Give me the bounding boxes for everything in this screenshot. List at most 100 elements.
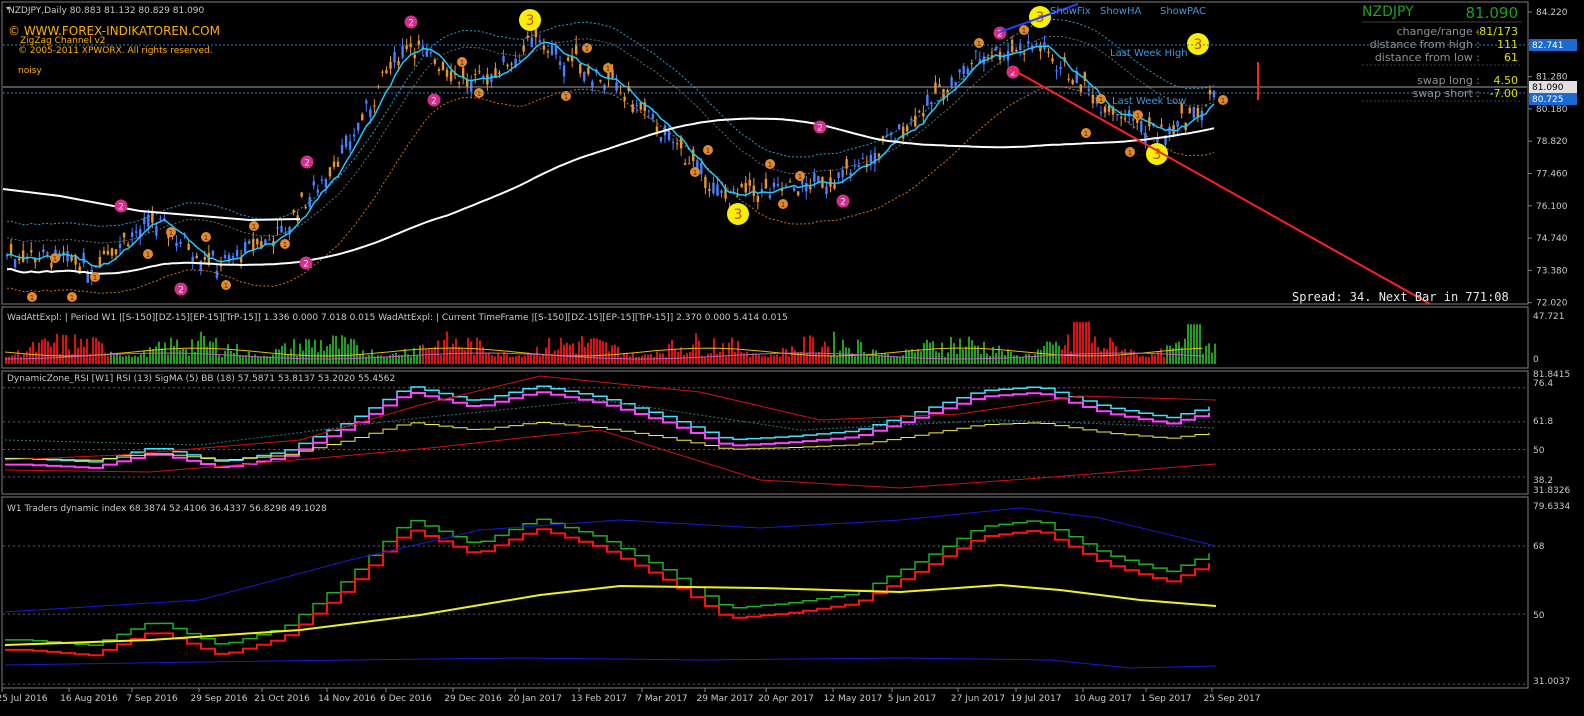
time-tick-label: 20 Apr 2017	[758, 694, 814, 704]
candle-body	[328, 167, 332, 177]
candle-body	[316, 189, 320, 193]
wad-bar	[254, 354, 256, 364]
candle-body	[712, 182, 715, 194]
wad-bar	[1151, 354, 1153, 364]
price-tick-label: 73.380	[1536, 266, 1568, 276]
candle-body	[1119, 117, 1123, 119]
candle-body	[1079, 84, 1082, 92]
candle-body	[1059, 67, 1062, 69]
candle-body	[429, 52, 433, 54]
candle-body	[215, 270, 219, 278]
candle-body	[441, 61, 445, 71]
wad-bar	[422, 344, 424, 364]
candle-body	[962, 65, 965, 74]
wad-bar	[1205, 345, 1207, 364]
wad-bar	[809, 335, 811, 364]
candle-body	[361, 114, 364, 121]
candle-body	[631, 104, 634, 113]
candle-body	[833, 184, 836, 189]
wad-axis: 47.721 0	[1533, 312, 1565, 365]
wad-bar	[1085, 321, 1087, 364]
wad-bar	[341, 335, 343, 364]
rsi-pane[interactable]	[1, 370, 1529, 495]
wad-bar	[305, 339, 307, 364]
wad-bar	[224, 350, 226, 364]
candle-body	[179, 241, 182, 244]
wad-bar	[218, 355, 220, 364]
wad-bar	[53, 342, 55, 364]
candle-body	[445, 69, 449, 77]
info-row-label: swap long :	[1417, 74, 1480, 87]
zigzag-minor-label: 1	[693, 169, 697, 177]
candle-body	[268, 239, 271, 241]
candle-body	[393, 51, 396, 63]
wad-bar	[473, 354, 475, 364]
wad-bar	[1043, 345, 1045, 364]
wad-bar	[1019, 356, 1021, 364]
candle-body	[433, 59, 437, 64]
wad-bar	[710, 353, 712, 364]
candle-body	[1047, 51, 1050, 54]
time-tick-label: 1 Sep 2017	[1140, 694, 1191, 704]
wad-bar	[713, 338, 715, 364]
wad-bar	[467, 337, 469, 364]
wad-bar	[1031, 356, 1033, 364]
wad-bar	[149, 347, 151, 364]
candle-body	[17, 258, 21, 261]
candle-body	[716, 184, 719, 196]
candle-body	[934, 82, 937, 95]
wad-bar	[632, 352, 634, 364]
candle-body	[474, 73, 477, 76]
wad-bar	[278, 349, 280, 364]
wad-bar	[350, 338, 352, 364]
wad-bar	[962, 349, 964, 364]
candle-body	[591, 81, 594, 88]
wad-bar	[893, 356, 895, 364]
candle-body	[401, 45, 404, 58]
wad-bar	[416, 354, 418, 364]
tdi-title: W1 Traders dynamic index 68.3874 52.4106…	[7, 504, 327, 514]
zigzag-minor-label: 1	[1084, 130, 1088, 138]
wad-bar	[653, 356, 655, 364]
wad-bar	[155, 346, 157, 364]
wad-bar	[941, 342, 943, 364]
wad-bar	[182, 348, 184, 364]
wad-bar	[1142, 356, 1144, 364]
time-tick-label: 12 May 2017	[824, 694, 883, 704]
showpac-button[interactable]: ShowPAC	[1160, 6, 1206, 17]
candle-body	[21, 250, 25, 262]
wad-bar	[1046, 341, 1048, 364]
wad-bar	[185, 349, 187, 364]
main-pane[interactable]	[1, 1, 1529, 305]
wad-bar	[566, 342, 568, 364]
candle-body	[821, 177, 824, 188]
candle-body	[788, 181, 792, 183]
price-tick-label: 77.460	[1536, 170, 1568, 180]
candle-body	[635, 104, 638, 107]
showfix-button[interactable]: ShowFix	[1050, 6, 1091, 17]
wad-bar	[287, 354, 289, 364]
wad-bar	[1139, 356, 1141, 364]
wad-bar	[1061, 349, 1063, 364]
wad-bar	[1073, 321, 1075, 364]
candle-body	[910, 118, 913, 121]
candle-body	[914, 115, 917, 127]
last-week-low-label: Last Week Low	[1112, 96, 1186, 107]
wad-bar	[380, 355, 382, 364]
showha-button[interactable]: ShowHA	[1100, 6, 1142, 17]
candle-body	[1014, 50, 1018, 52]
wad-bar	[1208, 343, 1210, 364]
wad-bar	[488, 352, 490, 364]
candle-body	[704, 176, 707, 189]
wad-bar	[902, 355, 904, 364]
wad-bar	[386, 356, 388, 364]
time-tick-label: 29 Mar 2017	[696, 694, 753, 704]
zigzag-major-label: 3	[734, 207, 743, 223]
wad-bar	[191, 339, 193, 364]
wad-bar	[134, 355, 136, 364]
wad-bar	[530, 354, 532, 364]
wad-bar	[836, 356, 838, 364]
trading-chart[interactable]: 3333322222222221111111111111111111111111…	[0, 0, 1584, 716]
wad-bar	[668, 344, 670, 364]
candle-body	[417, 40, 420, 45]
